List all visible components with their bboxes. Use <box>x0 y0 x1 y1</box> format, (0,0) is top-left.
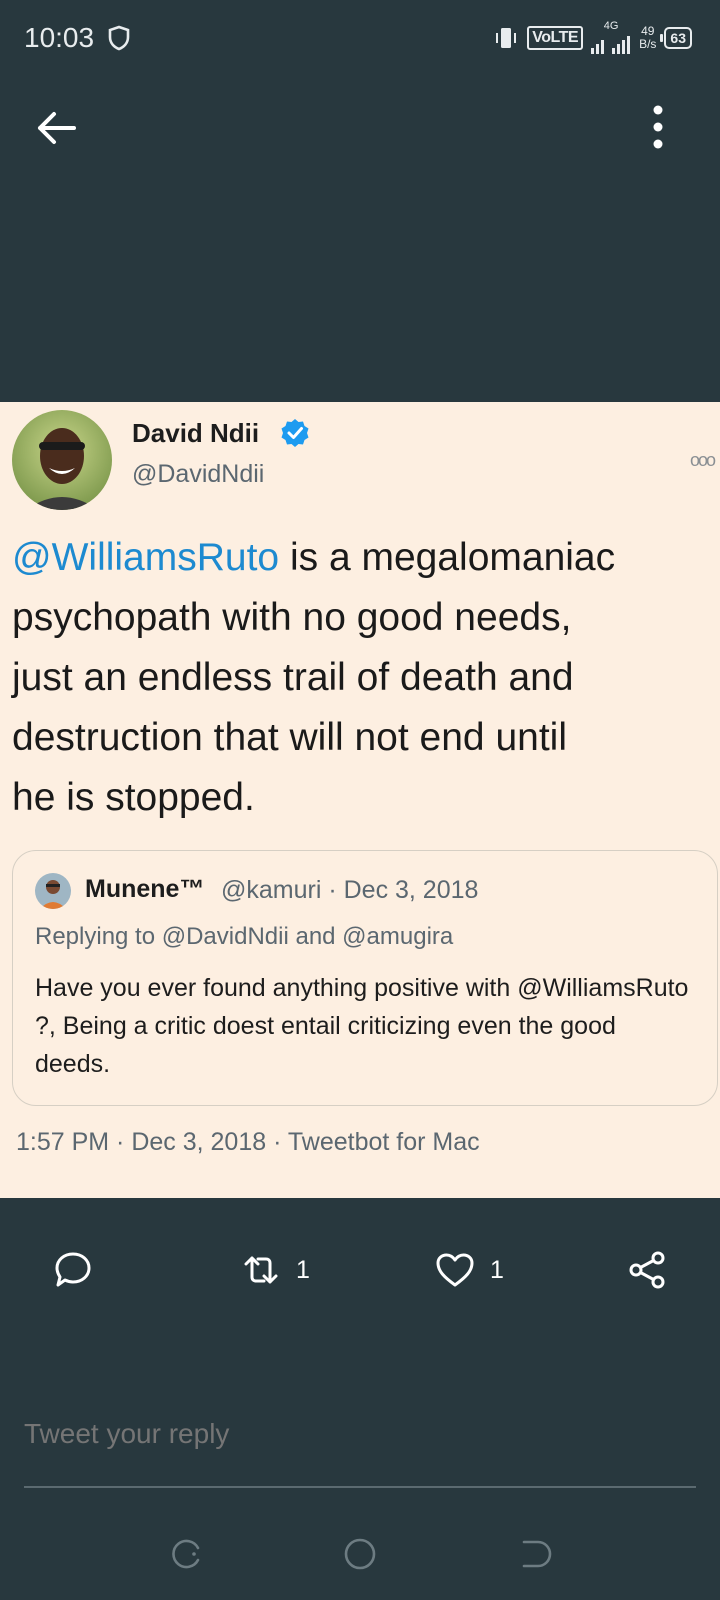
network-indicator: 4G <box>591 19 631 56</box>
heart-icon <box>436 1253 474 1287</box>
tweet-line-text: psychopath with no good needs, <box>12 596 572 639</box>
retweet-count: 1 <box>296 1255 310 1284</box>
tweet-line-text: destruction that will not end until <box>12 716 567 759</box>
quote-avatar-image <box>35 873 71 909</box>
quote-author-name: Munene™ <box>85 875 205 903</box>
tweet-line-text: is a megalomaniac <box>279 536 616 579</box>
share-button[interactable] <box>626 1232 668 1308</box>
quote-replying-to: Replying to @DavidNdii and @amugira <box>35 923 454 950</box>
network-type: 4G <box>603 19 619 32</box>
recents-icon[interactable] <box>168 1536 204 1572</box>
back-arrow-icon[interactable] <box>34 106 78 150</box>
tweet-card: David Ndii @DavidNdii ooo @WilliamsRuto … <box>0 402 720 1198</box>
quote-avatar <box>35 873 71 909</box>
more-options-icon[interactable] <box>648 104 668 150</box>
retweet-button[interactable]: 1 <box>240 1232 310 1308</box>
tweet-text: @WilliamsRuto is a megalomaniac psychopa… <box>12 528 720 828</box>
quote-text: Have you ever found anything positive wi… <box>35 974 689 1078</box>
author-name[interactable]: David Ndii <box>132 418 259 449</box>
author-handle[interactable]: @DavidNdii <box>132 460 264 489</box>
network-speed: 49 B/s <box>639 25 656 51</box>
share-icon <box>629 1251 665 1289</box>
volte-badge: VoLTE <box>527 26 584 50</box>
tweet-line: @WilliamsRuto is a megalomaniac <box>12 528 720 588</box>
avatar-image <box>12 410 112 510</box>
reply-button[interactable] <box>52 1232 94 1308</box>
vibrate-icon <box>496 28 517 48</box>
reply-icon <box>55 1252 91 1287</box>
mention-link[interactable]: @WilliamsRuto <box>12 536 279 579</box>
reply-input[interactable] <box>24 1412 696 1456</box>
status-icons: VoLTE 4G 49 B/s 63 <box>493 18 692 58</box>
retweet-icon <box>244 1256 278 1284</box>
tweet-line-text: just an endless trail of death and <box>12 656 574 699</box>
reply-underline <box>24 1486 696 1488</box>
tweet-line: destruction that will not end until <box>12 708 720 768</box>
shield-icon <box>108 25 130 51</box>
home-icon[interactable] <box>342 1536 378 1572</box>
tweet-line: he is stopped. <box>12 768 720 828</box>
tweet-actions: 1 1 <box>0 1232 720 1308</box>
quoted-tweet[interactable]: Munene™ @kamuri · Dec 3, 2018 Replying t… <box>12 850 718 1106</box>
speed-unit: B/s <box>639 37 657 51</box>
back-nav-icon[interactable] <box>518 1536 554 1572</box>
like-count: 1 <box>490 1255 504 1284</box>
system-nav-bar <box>0 1524 720 1584</box>
battery-indicator: 63 <box>660 27 692 49</box>
tweet-line: just an endless trail of death and <box>12 648 720 708</box>
status-time: 10:03 <box>24 22 95 53</box>
card-more-icon[interactable]: ooo <box>690 450 716 471</box>
author-avatar[interactable] <box>12 410 112 510</box>
tweet-meta: 1:57 PM · Dec 3, 2018 · Tweetbot for Mac <box>16 1128 480 1156</box>
tweet-line-text: he is stopped. <box>12 776 255 819</box>
like-button[interactable]: 1 <box>434 1232 504 1308</box>
tweet-line: psychopath with no good needs, <box>12 588 720 648</box>
signal-bars-icon <box>591 35 631 54</box>
status-bar: 10:03 VoLTE 4G 49 B/s 63 <box>0 0 720 72</box>
verified-badge-icon <box>281 419 309 447</box>
quote-handle-date: @kamuri · Dec 3, 2018 <box>221 876 479 904</box>
